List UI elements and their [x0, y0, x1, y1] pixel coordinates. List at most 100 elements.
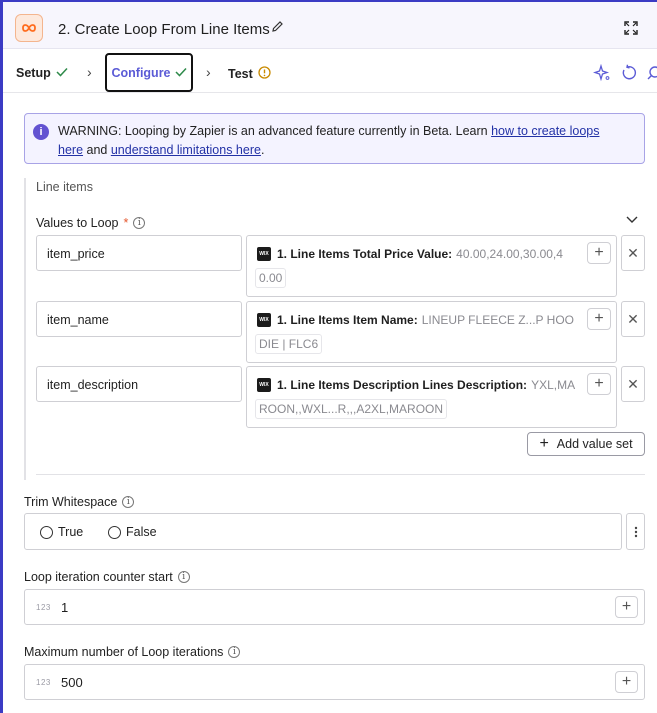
wix-app-icon: WIX — [257, 378, 271, 392]
add-value-set-label: Add value set — [556, 437, 633, 451]
trim-whitespace-radio-group: True False — [24, 513, 622, 550]
trim-whitespace-label: Trim Whitespace i — [24, 495, 135, 509]
mapped-field-value-overflow: 0.00 — [255, 268, 287, 288]
counter-start-input[interactable]: 123 1 + — [24, 589, 645, 625]
warning-text: WARNING: Looping by Zapier is an advance… — [58, 124, 492, 138]
mapped-field-pill[interactable]: WIX 1. Line Items Total Price Value: 40.… — [257, 244, 583, 264]
counter-start-label: Loop iteration counter start i — [24, 570, 190, 584]
key-input-item-description[interactable]: item_description — [36, 366, 242, 402]
mapped-field-value: YXL,MA — [531, 378, 576, 392]
add-value-set-button[interactable]: + Add value set — [527, 432, 645, 456]
max-iterations-value: 500 — [61, 675, 83, 690]
radio-true-label: True — [58, 525, 84, 539]
check-icon — [56, 66, 68, 80]
remove-row-button[interactable]: ✕ — [621, 301, 645, 337]
mapped-field-value-overflow: ROON,,WXL...R,,,A2XL,MAROON — [255, 399, 448, 419]
remove-row-button[interactable]: ✕ — [621, 235, 645, 271]
tab-setup-label: Setup — [16, 66, 51, 80]
divider — [36, 474, 645, 475]
info-icon[interactable]: i — [228, 646, 241, 658]
ai-sparkle-icon[interactable] — [592, 63, 611, 85]
mapped-field-name: 1. Line Items Description Lines Descript… — [277, 378, 528, 392]
understand-limitations-link[interactable]: understand limitations here — [111, 143, 261, 157]
chevron-right-icon: › — [206, 64, 211, 80]
tab-configure-label: Configure — [111, 65, 171, 80]
number-type-icon: 123 — [36, 603, 51, 612]
value-input-item-description[interactable]: WIX 1. Line Items Description Lines Desc… — [246, 366, 617, 428]
radio-true[interactable]: True — [40, 525, 83, 539]
chevron-right-icon: › — [87, 64, 92, 80]
mapped-field-value: LINEUP FLEECE Z...P HOO — [421, 313, 574, 327]
how-to-create-loops-link-cont[interactable]: here — [58, 143, 83, 157]
value-input-item-name[interactable]: WIX 1. Line Items Item Name: LINEUP FLEE… — [246, 301, 617, 363]
mapped-field-pill[interactable]: WIX 1. Line Items Description Lines Desc… — [257, 375, 583, 395]
radio-false[interactable]: False — [108, 525, 157, 539]
value-input-item-price[interactable]: WIX 1. Line Items Total Price Value: 40.… — [246, 235, 617, 297]
counter-start-value: 1 — [61, 600, 69, 615]
step-header: 2. Create Loop From Line Items ⋮ — [3, 2, 657, 49]
info-icon[interactable]: i — [177, 571, 190, 583]
max-iterations-input[interactable]: 123 500 + — [24, 664, 645, 700]
chevron-down-icon[interactable] — [625, 212, 639, 229]
values-to-loop-label: Values to Loop * i — [36, 216, 146, 230]
wix-app-icon: WIX — [257, 247, 271, 261]
wix-app-icon: WIX — [257, 313, 271, 327]
pencil-edit-icon[interactable] — [271, 20, 284, 36]
info-icon[interactable]: i — [122, 496, 135, 508]
plus-icon: + — [594, 244, 604, 261]
insert-data-button[interactable]: + — [615, 671, 638, 693]
radio-false-label: False — [126, 525, 157, 539]
insert-data-button[interactable]: + — [587, 242, 611, 264]
tab-setup[interactable]: Setup — [16, 66, 68, 80]
trim-whitespace-label-text: Trim Whitespace — [24, 495, 118, 509]
field-options-button[interactable] — [626, 513, 645, 550]
plus-icon: + — [594, 375, 604, 392]
close-icon: ✕ — [627, 244, 639, 261]
key-input-item-name[interactable]: item_name — [36, 301, 242, 337]
max-iterations-label-text: Maximum number of Loop iterations — [24, 645, 224, 659]
plus-icon: + — [621, 673, 632, 690]
step-tabs: Setup › Configure › Test — [3, 50, 657, 93]
tab-configure[interactable]: Configure — [105, 53, 193, 92]
tab-test-label: Test — [228, 67, 253, 81]
values-to-loop-label-text: Values to Loop — [36, 216, 119, 230]
mapped-field-pill[interactable]: WIX 1. Line Items Item Name: LINEUP FLEE… — [257, 310, 583, 330]
warning-text-suffix: . — [260, 143, 265, 157]
close-icon: ✕ — [627, 310, 639, 327]
counter-start-label-text: Loop iteration counter start — [24, 570, 173, 584]
mapped-field-value: 40.00,24.00,30.00,4 — [456, 247, 563, 261]
group-label-line-items: Line items — [36, 180, 93, 194]
group-border — [24, 178, 26, 480]
insert-data-button[interactable]: + — [587, 373, 611, 395]
step-title[interactable]: 2. Create Loop From Line Items — [58, 21, 270, 38]
info-icon[interactable]: i — [133, 217, 146, 229]
number-type-icon: 123 — [36, 678, 51, 687]
plus-icon: + — [594, 310, 604, 327]
expand-icon[interactable] — [623, 20, 639, 39]
close-icon: ✕ — [627, 375, 639, 392]
info-icon: i — [33, 124, 49, 140]
remove-row-button[interactable]: ✕ — [621, 366, 645, 402]
key-input-item-price[interactable]: item_price — [36, 235, 242, 271]
tab-test[interactable]: Test — [228, 66, 271, 82]
mapped-field-name: 1. Line Items Total Price Value: — [277, 247, 453, 261]
warning-text-middle: and — [83, 143, 111, 157]
mapped-field-value-overflow: DIE | FLC6 — [255, 334, 323, 354]
required-asterisk: * — [123, 216, 129, 230]
how-to-create-loops-link[interactable]: how to create loops — [491, 124, 599, 138]
search-icon[interactable] — [647, 64, 657, 85]
more-options-icon[interactable]: ⋮ — [653, 21, 657, 38]
radio-circle-icon — [40, 525, 53, 539]
refresh-icon[interactable] — [621, 64, 637, 85]
warning-circle-icon — [258, 66, 271, 82]
plus-icon: + — [621, 598, 632, 615]
tab-actions — [592, 63, 657, 85]
mapped-field-name: 1. Line Items Item Name: — [277, 313, 418, 327]
panel-left-border — [0, 0, 3, 713]
insert-data-button[interactable]: + — [587, 308, 611, 330]
kebab-icon — [634, 526, 637, 537]
insert-data-button[interactable]: + — [615, 596, 638, 618]
plus-icon: + — [539, 435, 549, 452]
loop-infinity-icon — [15, 14, 43, 42]
max-iterations-label: Maximum number of Loop iterations i — [24, 645, 241, 659]
